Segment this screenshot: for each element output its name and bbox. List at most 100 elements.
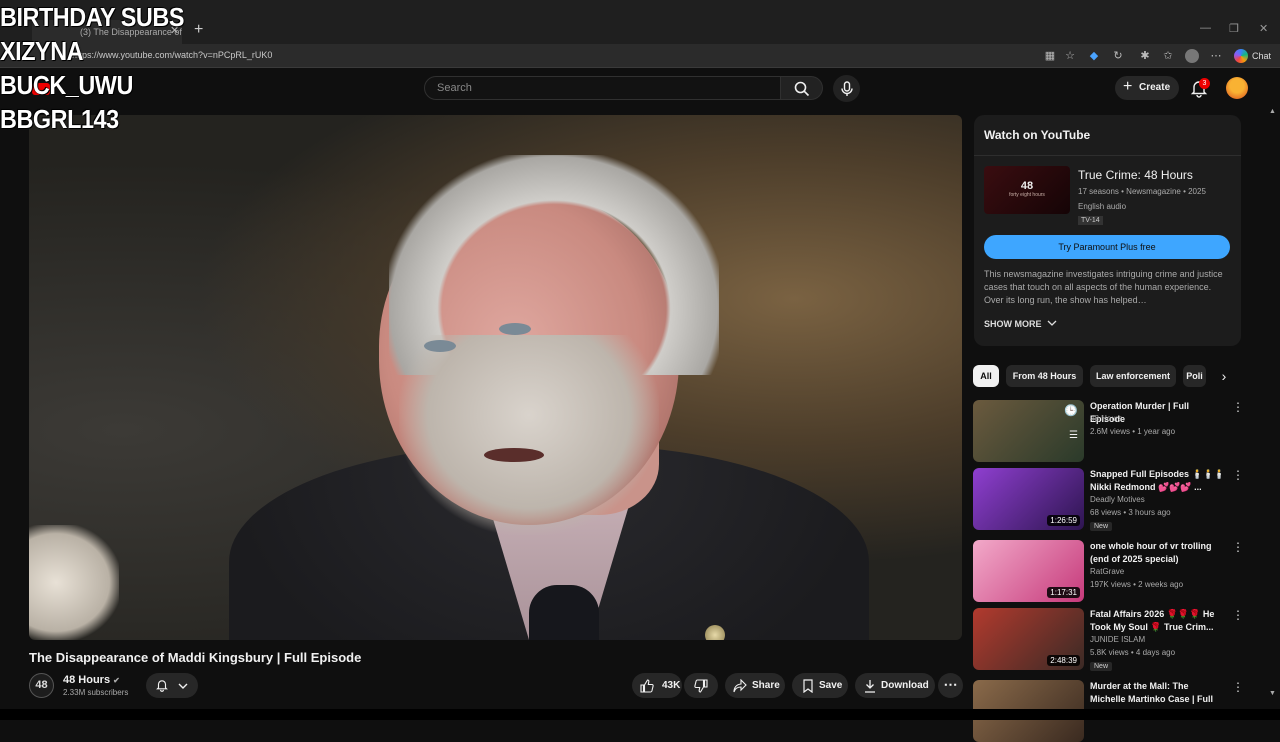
overlay-heading: BIRTHDAY SUBS	[0, 2, 184, 32]
dislike-button[interactable]	[684, 673, 718, 698]
more-actions-button[interactable]: ⋯	[938, 673, 963, 698]
show-thumbnail[interactable]: 48 forty eight hours	[984, 166, 1070, 214]
overlay-line: BBGRL143	[0, 104, 119, 134]
overlay-line: BUCK_UWU	[0, 70, 133, 100]
like-button[interactable]: 43K	[632, 673, 682, 698]
favorites-icon[interactable]: ✩	[1161, 49, 1175, 63]
channel-avatar[interactable]: 48	[29, 673, 54, 698]
video-frame-detail	[499, 323, 531, 335]
like-count: 43K	[662, 680, 681, 691]
video-title-link[interactable]: Snapped Full Episodes 🕯️🕯️🕯️ Nikki Redmo…	[1090, 468, 1226, 494]
save-label: Save	[819, 680, 843, 691]
video-stats: 68 views • 3 hours ago	[1090, 508, 1171, 517]
search-input[interactable]: Search	[424, 76, 781, 100]
voice-search-button[interactable]	[833, 75, 860, 102]
chevron-down-icon	[178, 683, 188, 689]
save-button[interactable]: Save	[792, 673, 848, 698]
scroll-up-arrow[interactable]: ▲	[1269, 108, 1276, 115]
extension-icon[interactable]: ◆	[1087, 49, 1101, 63]
create-button[interactable]: + Create	[1115, 76, 1179, 100]
profile-icon[interactable]	[1185, 49, 1199, 63]
video-stats: 197K views • 2 weeks ago	[1090, 580, 1184, 589]
video-thumbnail[interactable]: 1:17:31	[973, 540, 1084, 602]
chip-law-enforcement[interactable]: Law enforcement	[1090, 365, 1176, 387]
video-title: The Disappearance of Maddi Kingsbury | F…	[29, 650, 362, 665]
chat-button[interactable]: Chat	[1232, 47, 1276, 65]
video-title-link[interactable]: Fatal Affairs 2026 🌹🌹🌹 He Took My Soul 🌹…	[1090, 608, 1226, 634]
show-audio: English audio	[1078, 202, 1127, 211]
video-channel[interactable]: Deadly Motives	[1090, 495, 1145, 504]
video-channel[interactable]: JUNIDE ISLAM	[1090, 635, 1145, 644]
show-logo-text: 48	[1020, 180, 1034, 192]
video-duration: 1:26:59	[1047, 515, 1080, 526]
video-channel[interactable]: RatGrave	[1090, 567, 1124, 576]
video-menu-icon[interactable]: ⋮	[1232, 400, 1244, 414]
chevron-right-icon[interactable]: ›	[1215, 367, 1233, 385]
video-thumbnail[interactable]: 🕒 ☰	[973, 400, 1084, 462]
watch-on-youtube-card	[974, 115, 1241, 346]
video-stats: 2.6M views • 1 year ago	[1090, 427, 1176, 436]
chip-from-48-hours[interactable]: From 48 Hours	[1006, 365, 1083, 387]
download-icon	[865, 680, 875, 693]
scroll-down-arrow[interactable]: ▼	[1269, 690, 1276, 697]
video-frame-detail	[484, 448, 544, 462]
watch-card-heading: Watch on YouTube	[984, 128, 1091, 142]
subscriber-count: 2.33M subscribers	[63, 688, 129, 697]
plus-icon: +	[1123, 78, 1133, 95]
refresh-icon[interactable]: ↻	[1111, 49, 1125, 63]
video-thumbnail[interactable]: 2:48:39	[973, 608, 1084, 670]
video-menu-icon[interactable]: ⋮	[1232, 680, 1244, 694]
show-description: This newsmagazine investigates intriguin…	[984, 269, 1223, 305]
channel-name-text: 48 Hours	[63, 674, 111, 686]
thumbs-down-icon	[694, 679, 708, 693]
more-menu-icon[interactable]: ⋯	[1209, 49, 1223, 63]
share-button[interactable]: Share	[725, 673, 785, 698]
video-channel[interactable]: 48 Hours	[1090, 414, 1122, 423]
scrollbar[interactable]	[1268, 110, 1280, 710]
paramount-cta-button[interactable]: Try Paramount Plus free	[984, 235, 1230, 259]
show-more-label: SHOW MORE	[984, 319, 1042, 329]
apps-icon[interactable]: ▦	[1043, 49, 1057, 63]
video-duration: 1:17:31	[1047, 587, 1080, 598]
bottom-edge	[0, 709, 1280, 720]
user-avatar[interactable]	[1226, 77, 1248, 99]
show-meta: 17 seasons • Newsmagazine • 2025	[1078, 187, 1206, 196]
close-window-button[interactable]: ✕	[1259, 22, 1268, 35]
share-icon	[733, 679, 747, 693]
divider	[974, 155, 1241, 156]
video-title-link[interactable]: Murder at the Mall: The Michelle Martink…	[1090, 680, 1226, 706]
add-to-queue-icon[interactable]: ☰	[1069, 430, 1078, 441]
show-more-button[interactable]: SHOW MORE	[984, 318, 1057, 329]
more-horizontal-icon: ⋯	[943, 676, 958, 692]
subscription-bell-button[interactable]	[146, 673, 198, 698]
extensions-icon[interactable]: ✱	[1138, 49, 1152, 63]
minimize-button[interactable]: —	[1200, 22, 1211, 34]
chip-all[interactable]: All	[973, 365, 999, 387]
video-frame-detail	[29, 525, 119, 640]
video-frame-detail	[399, 335, 659, 535]
rating-badge: TV-14	[1078, 216, 1103, 225]
search-button[interactable]	[781, 76, 823, 100]
video-menu-icon[interactable]: ⋮	[1232, 468, 1244, 482]
video-player[interactable]	[29, 115, 962, 640]
watch-later-icon[interactable]: 🕒	[1064, 404, 1078, 417]
notification-count-badge: 3	[1199, 78, 1210, 89]
favorite-star-icon[interactable]: ☆	[1063, 49, 1077, 63]
chip-politics[interactable]: Poli	[1183, 365, 1206, 387]
video-menu-icon[interactable]: ⋮	[1232, 540, 1244, 554]
show-logo-caption: forty eight hours	[1009, 192, 1045, 198]
maximize-button[interactable]: ❐	[1229, 22, 1239, 35]
create-label: Create	[1139, 82, 1171, 93]
download-button[interactable]: Download	[855, 673, 935, 698]
thumbs-up-icon	[640, 679, 654, 693]
video-thumbnail[interactable]: 1:26:59	[973, 468, 1084, 530]
video-title-link[interactable]: one whole hour of vr trolling (end of 20…	[1090, 540, 1226, 566]
url-field[interactable]: https://www.youtube.com/watch?v=nPCpRL_r…	[72, 50, 272, 60]
new-tab-button[interactable]: +	[194, 21, 203, 39]
video-frame-detail	[529, 585, 599, 640]
microphone-icon	[840, 80, 853, 96]
show-title[interactable]: True Crime: 48 Hours	[1078, 168, 1193, 182]
video-menu-icon[interactable]: ⋮	[1232, 608, 1244, 622]
browser-tab-bar	[0, 0, 1280, 44]
channel-name[interactable]: 48 Hours ✔	[63, 674, 120, 686]
